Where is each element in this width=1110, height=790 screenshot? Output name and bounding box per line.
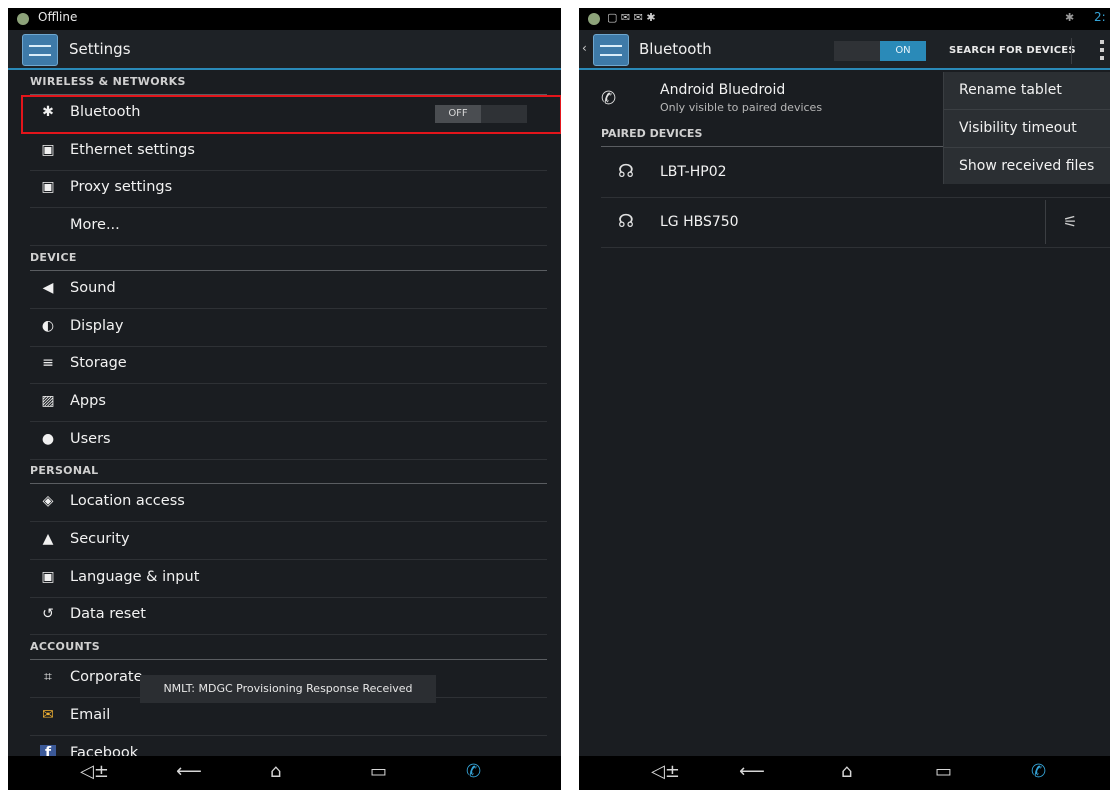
phone-icon[interactable]: ✆	[466, 762, 481, 782]
navigation-bar: ◁± ⟵ ⌂ ▭ ✆	[579, 756, 1110, 790]
section-header-accounts: ACCOUNTS	[30, 635, 547, 660]
item-label: Data reset	[70, 606, 146, 622]
status-bar: ▢ ✉ ✉ ✱ ✱ 2:	[579, 8, 1110, 30]
notification-icons: ▢ ✉ ✉ ✱	[607, 11, 656, 24]
settings-item-apps[interactable]: ▨ Apps	[30, 384, 547, 422]
settings-screen: Offline Settings WIRELESS & NETWORKS ✱ B…	[8, 8, 561, 790]
item-label: Location access	[70, 493, 185, 509]
storage-icon: ≡	[42, 355, 54, 371]
search-for-devices-button[interactable]: SEARCH FOR DEVICES	[949, 45, 1076, 56]
bluetooth-status-icon: ✱	[1065, 11, 1075, 24]
settings-item-email[interactable]: ✉ Email	[30, 698, 547, 736]
page-title: Settings	[69, 40, 131, 58]
item-label: Proxy settings	[70, 179, 173, 195]
row-divider	[1045, 200, 1046, 244]
action-bar: Settings	[8, 30, 561, 70]
item-label: Users	[70, 431, 111, 447]
paired-device-name: LG HBS750	[660, 214, 739, 230]
settings-item-data-reset[interactable]: ↺ Data reset	[30, 597, 547, 635]
status-text: Offline	[38, 10, 78, 24]
headset-icon: ☊	[618, 211, 634, 232]
local-device-name: Android Bluedroid	[660, 82, 786, 98]
status-bar: Offline	[8, 8, 561, 30]
settings-item-location[interactable]: ◈ Location access	[30, 484, 547, 522]
menu-item-visibility-timeout[interactable]: Visibility timeout	[944, 110, 1110, 148]
bluetooth-master-switch[interactable]: ON	[834, 41, 926, 61]
back-icon[interactable]: ⟵	[176, 762, 202, 782]
action-divider	[1071, 38, 1072, 64]
menu-item-label: Rename tablet	[959, 82, 1062, 98]
bluetooth-highlight-box	[21, 95, 561, 134]
status-indicator-icon	[588, 13, 600, 25]
recent-apps-icon[interactable]: ▭	[935, 762, 952, 782]
local-device-visibility: Only visible to paired devices	[660, 101, 823, 114]
item-label: Display	[70, 318, 124, 334]
settings-item-proxy[interactable]: ▣ Proxy settings	[30, 170, 547, 208]
proxy-icon: ▣	[41, 179, 55, 195]
item-label: Ethernet settings	[70, 142, 195, 158]
status-indicator-icon	[17, 13, 29, 25]
settings-item-language[interactable]: ▣ Language & input	[30, 560, 547, 598]
phone-icon: ✆	[601, 88, 617, 109]
switch-on-label: ON	[880, 41, 926, 61]
settings-item-storage[interactable]: ≡ Storage	[30, 346, 547, 384]
item-label: Storage	[70, 355, 127, 371]
page-title: Bluetooth	[639, 40, 712, 58]
apps-icon: ▨	[41, 393, 55, 409]
item-label: Language & input	[70, 569, 200, 585]
home-icon[interactable]: ⌂	[270, 762, 281, 782]
item-label: Sound	[70, 280, 116, 296]
volume-down-icon[interactable]: ◁±	[80, 762, 109, 782]
navigation-bar: ◁± ⟵ ⌂ ▭ ✆	[8, 756, 561, 790]
section-header-wireless: WIRELESS & NETWORKS	[30, 70, 547, 95]
overflow-menu-icon[interactable]	[1100, 40, 1104, 62]
paired-device-row[interactable]: ☊ LG HBS750 ⚟	[601, 198, 1110, 248]
settings-item-sound[interactable]: ◀ Sound	[30, 271, 547, 309]
keyboard-icon: ▣	[41, 569, 55, 585]
home-icon[interactable]: ⌂	[841, 762, 852, 782]
item-label: Email	[70, 707, 111, 723]
settings-item-security[interactable]: ▲ Security	[30, 522, 547, 560]
settings-app-icon[interactable]	[22, 34, 58, 66]
section-header-personal: PERSONAL	[30, 459, 547, 484]
location-icon: ◈	[42, 493, 54, 509]
speaker-icon: ◀	[42, 280, 54, 296]
clock: 2:	[1094, 10, 1106, 24]
overflow-menu: Rename tablet Visibility timeout Show re…	[943, 72, 1110, 184]
toast-message: NMLT: MDGC Provisioning Response Receive…	[140, 675, 436, 703]
item-label: Corporate	[70, 669, 143, 685]
menu-item-label: Show received files	[959, 158, 1095, 174]
bluetooth-screen: ▢ ✉ ✉ ✱ ✱ 2: ‹ Bluetooth ON SEARCH FOR D…	[579, 8, 1110, 790]
menu-item-rename-tablet[interactable]: Rename tablet	[944, 72, 1110, 110]
settings-item-ethernet[interactable]: ▣ Ethernet settings	[30, 133, 547, 171]
up-chevron-icon[interactable]: ‹	[582, 41, 587, 55]
device-settings-icon[interactable]: ⚟	[1063, 212, 1077, 231]
volume-down-icon[interactable]: ◁±	[651, 762, 680, 782]
email-icon: ✉	[42, 707, 54, 723]
lock-icon: ▲	[42, 531, 54, 547]
display-icon: ◐	[41, 318, 55, 334]
settings-item-more[interactable]: More...	[30, 208, 547, 246]
back-icon[interactable]: ⟵	[739, 762, 765, 782]
headset-icon: ☊	[618, 161, 634, 182]
item-label: More...	[70, 217, 120, 233]
settings-item-users[interactable]: ● Users	[30, 422, 547, 460]
settings-item-display[interactable]: ◐ Display	[30, 309, 547, 347]
settings-app-icon[interactable]	[593, 34, 629, 66]
menu-item-label: Visibility timeout	[959, 120, 1077, 136]
reset-icon: ↺	[42, 606, 54, 622]
item-label: Apps	[70, 393, 106, 409]
ethernet-icon: ▣	[41, 142, 55, 158]
menu-item-show-received-files[interactable]: Show received files	[944, 148, 1110, 185]
corporate-icon: ⌗	[44, 669, 52, 685]
paired-device-name: LBT-HP02	[660, 164, 727, 180]
phone-icon[interactable]: ✆	[1031, 762, 1046, 782]
recent-apps-icon[interactable]: ▭	[370, 762, 387, 782]
users-icon: ●	[41, 431, 55, 447]
item-label: Security	[70, 531, 130, 547]
section-header-device: DEVICE	[30, 246, 547, 271]
